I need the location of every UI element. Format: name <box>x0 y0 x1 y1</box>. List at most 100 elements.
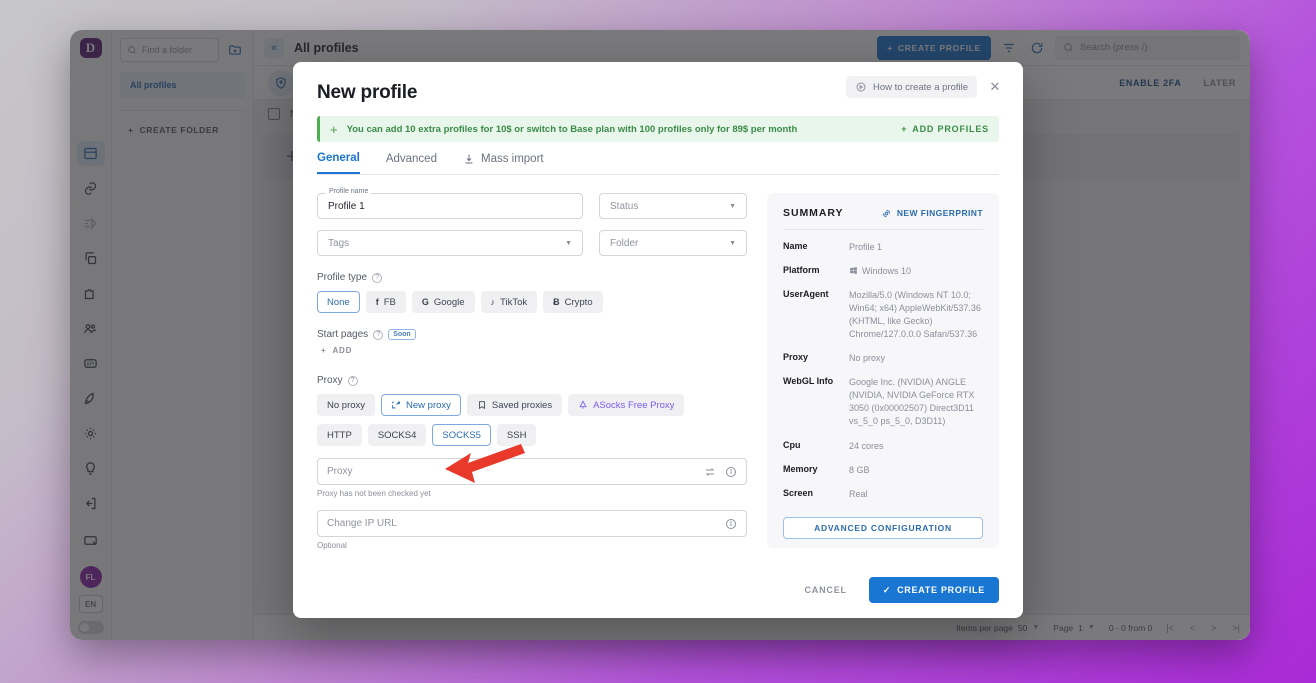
summary-row-platform: Platform Windows 10 <box>783 265 983 278</box>
profile-name-field[interactable]: Profile name Profile 1 <box>317 188 583 219</box>
how-to-label: How to create a profile <box>872 81 968 93</box>
summary-row-cpu: Cpu 24 cores <box>783 440 983 453</box>
tab-mass-import-label: Mass import <box>480 153 544 165</box>
help-icon[interactable]: ? <box>373 329 384 340</box>
proxy-protocol-http-label: HTTP <box>327 429 352 441</box>
help-icon[interactable]: ? <box>347 375 358 386</box>
summary-key: Cpu <box>783 439 801 450</box>
chevron-down-icon: ▼ <box>565 239 572 247</box>
modal-body: Profile name Profile 1 Status ▼ Tags ▼ F… <box>293 175 1023 562</box>
start-pages-label: Start pages <box>317 329 369 340</box>
proxy-mode-saved-proxies[interactable]: Saved proxies <box>466 394 563 416</box>
add-profiles-button[interactable]: + ADD PROFILES <box>901 124 989 134</box>
tab-general[interactable]: General <box>317 152 360 174</box>
fingerprint-icon <box>882 209 890 217</box>
proxy-mode-asocks-label: ASocks Free Proxy <box>593 399 675 411</box>
plus-icon: + <box>321 346 327 355</box>
summary-value: Windows 10 <box>862 266 912 277</box>
tab-advanced[interactable]: Advanced <box>386 152 437 174</box>
proxy-input-tools <box>704 466 737 478</box>
proxy-mode-new-proxy-label: New proxy <box>406 399 451 411</box>
summary-header: SUMMARY NEW FINGERPRINT <box>783 207 983 219</box>
proxy-mode-asocks[interactable]: ASocks Free Proxy <box>568 394 685 416</box>
proxy-input[interactable]: Proxy <box>317 458 747 485</box>
help-icon[interactable]: ? <box>372 272 383 283</box>
profile-type-none-label: None <box>327 296 350 308</box>
profile-type-fb[interactable]: f FB <box>365 291 406 313</box>
add-profiles-label: ADD PROFILES <box>912 124 989 134</box>
add-start-page-button[interactable]: + ADD <box>317 346 747 355</box>
status-select[interactable]: Status ▼ <box>599 193 747 219</box>
new-proxy-icon <box>392 401 400 409</box>
proxy-input-placeholder: Proxy <box>327 466 353 477</box>
summary-column: SUMMARY NEW FINGERPRINT Name Profile 1 P… <box>767 193 999 562</box>
folder-placeholder: Folder <box>610 237 639 249</box>
how-to-create-profile-button[interactable]: How to create a profile <box>845 76 977 98</box>
proxy-protocol-http[interactable]: HTTP <box>317 424 362 446</box>
proxy-mode-no-proxy[interactable]: No proxy <box>317 394 376 416</box>
summary-value: Mozilla/5.0 (Windows NT 10.0; Win64; x64… <box>849 290 981 340</box>
proxy-mode-no-proxy-label: No proxy <box>327 399 366 411</box>
bitcoin-icon: Ƀ <box>553 297 560 307</box>
chevron-down-icon: ▼ <box>729 239 736 247</box>
proxy-mode-new-proxy[interactable]: New proxy <box>381 394 461 416</box>
summary-panel: SUMMARY NEW FINGERPRINT Name Profile 1 P… <box>767 193 999 548</box>
tab-advanced-label: Advanced <box>385 153 437 165</box>
proxy-protocol-ssh[interactable]: SSH <box>496 424 537 446</box>
new-fingerprint-button[interactable]: NEW FINGERPRINT <box>881 208 983 219</box>
summary-row-name: Name Profile 1 <box>783 241 983 254</box>
start-pages-label-row: Start pages ? Soon <box>317 329 747 340</box>
video-tutorial-icon <box>856 82 866 92</box>
cancel-button[interactable]: CANCEL <box>804 585 846 595</box>
modal-tabs: General Advanced Mass import <box>317 152 999 175</box>
profile-type-none[interactable]: None <box>317 291 360 313</box>
summary-value-wrap: Windows 10 <box>849 265 911 278</box>
change-ip-hint: Optional <box>317 541 347 550</box>
swap-icon <box>705 467 715 476</box>
summary-divider <box>783 229 983 230</box>
tab-mass-import[interactable]: Mass import <box>463 152 544 174</box>
profile-type-crypto-label: Crypto <box>564 296 593 308</box>
profile-type-crypto[interactable]: Ƀ Crypto <box>543 291 603 313</box>
profile-type-tiktok[interactable]: ♪ TikTok <box>480 291 538 313</box>
soon-badge: Soon <box>388 329 416 340</box>
info-icon <box>726 518 736 529</box>
new-fingerprint-label: NEW FINGERPRINT <box>896 208 983 218</box>
summary-row-useragent: UserAgent Mozilla/5.0 (Windows NT 10.0; … <box>783 289 983 341</box>
change-ip-url-input[interactable]: Change IP URL <box>317 510 747 537</box>
proxy-mode-saved-proxies-label: Saved proxies <box>491 399 553 411</box>
summary-key: Platform <box>783 265 820 276</box>
add-start-page-label: ADD <box>332 346 353 355</box>
bookmark-icon <box>478 401 485 410</box>
summary-key: UserAgent <box>783 289 829 300</box>
profile-name-legend: Profile name <box>326 188 372 195</box>
modal-footer: CANCEL ✓ CREATE PROFILE <box>293 562 1023 618</box>
import-icon <box>465 154 473 164</box>
summary-key: Proxy <box>783 352 809 363</box>
proxy-protocol-socks4[interactable]: SOCKS4 <box>367 424 427 446</box>
status-placeholder: Status <box>610 200 639 212</box>
promo-text: You can add 10 extra profiles for 10$ or… <box>346 123 798 135</box>
close-icon[interactable]: ✕ <box>987 79 1003 95</box>
create-profile-submit-button[interactable]: ✓ CREATE PROFILE <box>868 577 999 603</box>
profile-type-google[interactable]: G Google <box>411 291 475 313</box>
folder-select[interactable]: Folder ▼ <box>599 230 747 256</box>
change-ip-placeholder: Change IP URL <box>327 518 397 529</box>
profile-type-tiktok-label: TikTok <box>500 296 528 308</box>
proxy-protocol-ssh-label: SSH <box>506 429 527 441</box>
proxy-protocol-socks5[interactable]: SOCKS5 <box>432 424 491 446</box>
google-icon: G <box>421 297 429 307</box>
summary-value: 24 cores <box>849 440 884 451</box>
profile-type-google-label: Google <box>433 296 465 308</box>
profile-name-value: Profile 1 <box>328 200 365 212</box>
chevron-down-icon: ▼ <box>729 202 736 210</box>
summary-key: Name <box>783 241 808 251</box>
proxy-status-hint: Proxy has not been checked yet <box>317 489 431 498</box>
form-column: Profile name Profile 1 Status ▼ Tags ▼ F… <box>317 188 747 562</box>
advanced-configuration-button[interactable]: ADVANCED CONFIGURATION <box>783 516 983 539</box>
promo-banner: + You can add 10 extra profiles for 10$ … <box>317 116 999 142</box>
summary-row-screen: Screen Real <box>783 488 983 501</box>
summary-key: WebGL Info <box>783 376 834 387</box>
tags-select[interactable]: Tags ▼ <box>317 230 583 256</box>
summary-key: Memory <box>783 463 818 474</box>
